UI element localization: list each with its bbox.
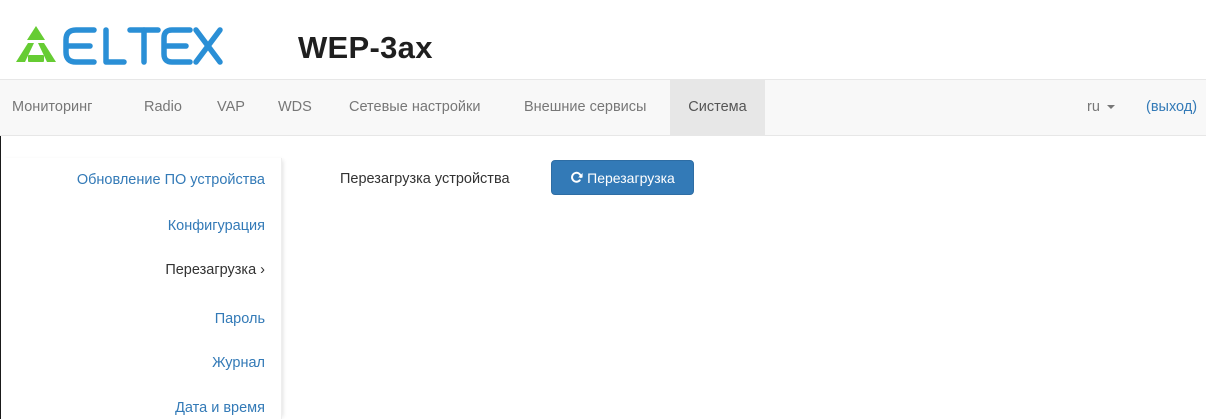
nav-item-radio[interactable]: Radio bbox=[132, 80, 194, 135]
header: WEP-3ax bbox=[0, 0, 1206, 79]
reboot-device-label: Перезагрузка устройства bbox=[340, 171, 510, 187]
device-model-title: WEP-3ax bbox=[298, 30, 433, 65]
nav-item-external-services[interactable]: Внешние сервисы bbox=[512, 80, 658, 135]
sidebar-item-log[interactable]: Журнал bbox=[212, 355, 265, 371]
nav-item-wds[interactable]: WDS bbox=[266, 80, 324, 135]
sidebar-item-password[interactable]: Пароль bbox=[215, 311, 265, 327]
language-label: ru bbox=[1087, 99, 1100, 115]
nav-item-vap[interactable]: VAP bbox=[205, 80, 257, 135]
nav-item-monitoring[interactable]: Мониторинг bbox=[0, 80, 104, 135]
reboot-button-label: Перезагрузка bbox=[587, 169, 675, 186]
reboot-button[interactable]: Перезагрузка bbox=[551, 160, 694, 195]
sidebar-item-date-time[interactable]: Дата и время bbox=[175, 400, 265, 416]
sidebar-item-configuration[interactable]: Конфигурация bbox=[168, 218, 265, 234]
sidebar-item-reboot[interactable]: Перезагрузка › bbox=[165, 262, 265, 278]
top-navbar: Мониторинг Radio VAP WDS Сетевые настрой… bbox=[0, 79, 1206, 136]
nav-item-network-settings[interactable]: Сетевые настройки bbox=[337, 80, 492, 135]
language-dropdown[interactable]: ru bbox=[1087, 80, 1115, 135]
sidebar: Обновление ПО устройства Конфигурация Пе… bbox=[0, 158, 282, 419]
logout-link[interactable]: (выход) bbox=[1146, 80, 1197, 135]
nav-item-system[interactable]: Система bbox=[670, 80, 765, 135]
caret-down-icon bbox=[1106, 105, 1115, 110]
eltex-logo bbox=[14, 22, 224, 66]
refresh-icon bbox=[570, 171, 583, 184]
sidebar-item-firmware-update[interactable]: Обновление ПО устройства bbox=[77, 172, 265, 188]
